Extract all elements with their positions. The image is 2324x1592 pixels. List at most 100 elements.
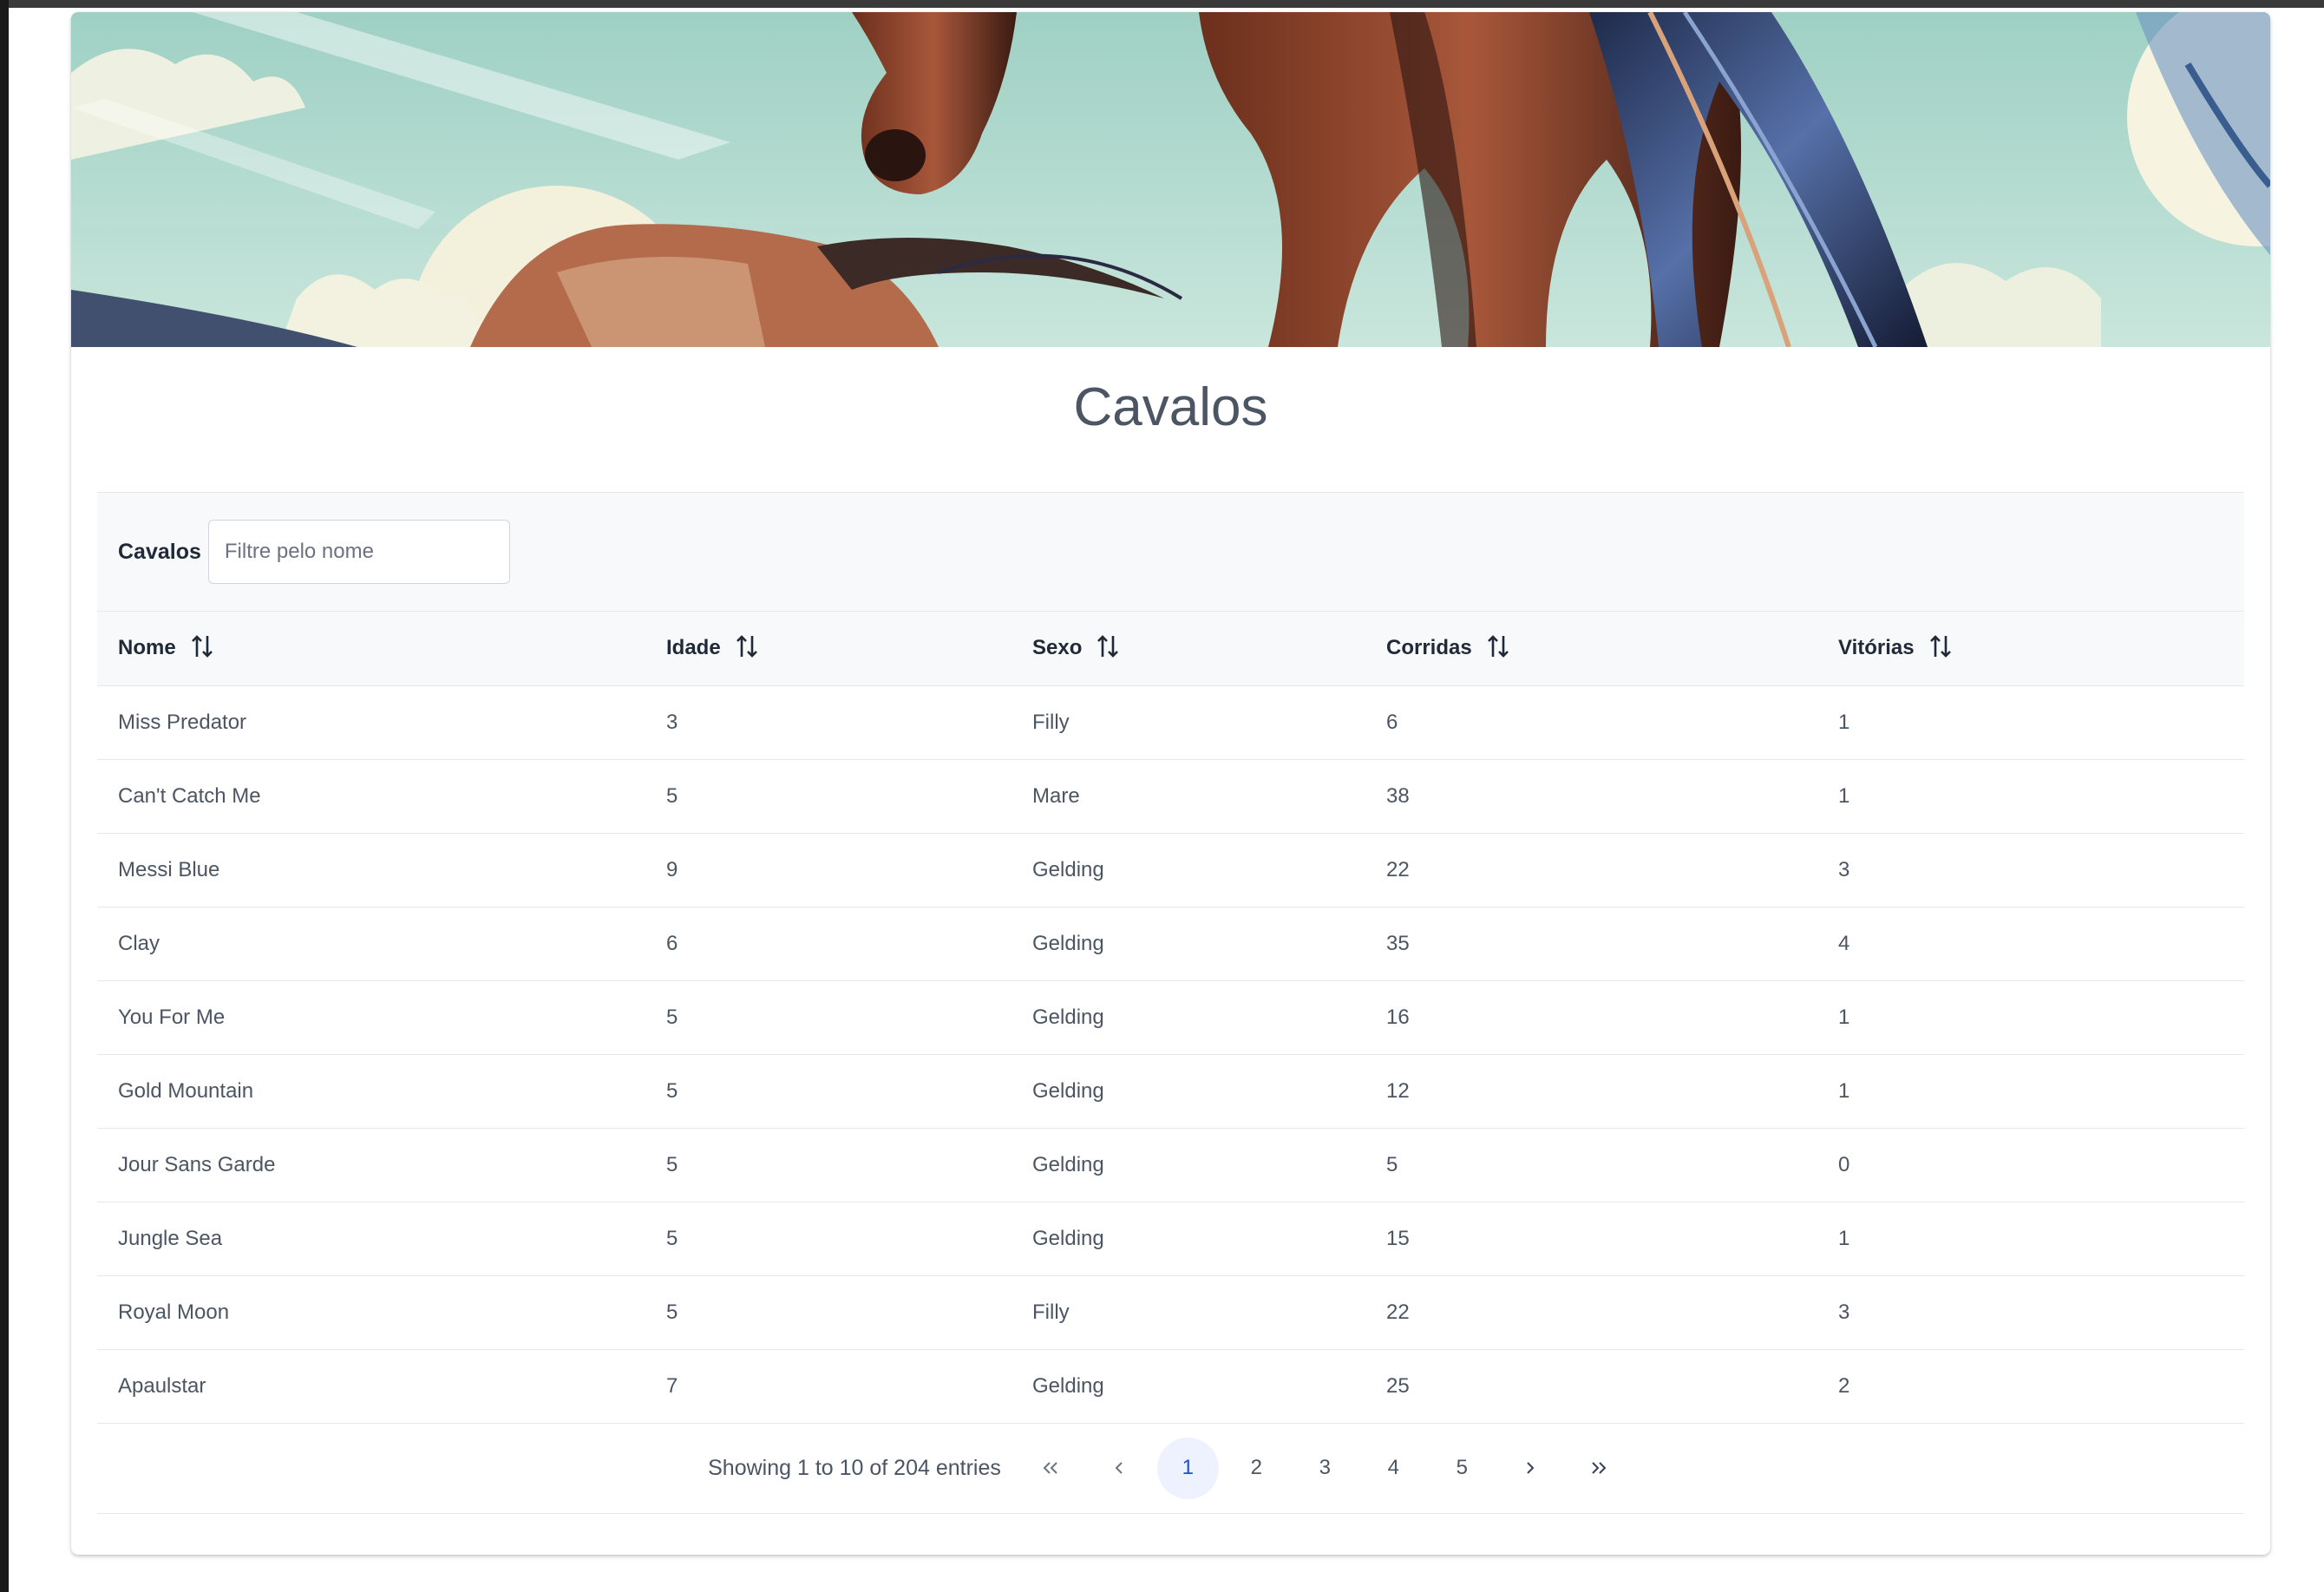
cell-vitorias: 3 (1817, 833, 2244, 907)
cell-sexo: Gelding (1011, 907, 1365, 981)
cell-corridas: 25 (1365, 1349, 1817, 1424)
cell-corridas: 6 (1365, 685, 1817, 760)
last-page-button[interactable] (1568, 1438, 1630, 1499)
cell-nome: Gold Mountain (97, 1054, 645, 1129)
cell-idade: 5 (645, 1202, 1011, 1276)
paginator: Showing 1 to 10 of 204 entries 1 2 3 4 5 (97, 1424, 2244, 1514)
cell-vitorias: 1 (1817, 759, 2244, 834)
cell-idade: 3 (645, 685, 1011, 760)
column-label: Vitórias (1838, 636, 1915, 660)
window-left-edge (0, 0, 9, 1592)
table-row[interactable]: Jungle Sea 5 Gelding 15 1 (97, 1202, 2244, 1276)
cell-vitorias: 3 (1817, 1275, 2244, 1350)
cell-nome: Clay (97, 907, 645, 981)
cell-idade: 5 (645, 759, 1011, 834)
page-button-4[interactable]: 4 (1363, 1438, 1424, 1499)
table-row[interactable]: Gold Mountain 5 Gelding 12 1 (97, 1054, 2244, 1129)
column-label: Idade (666, 636, 721, 660)
column-header-nome[interactable]: Nome (97, 612, 645, 686)
filter-label: Cavalos (118, 539, 201, 564)
cell-sexo: Mare (1011, 759, 1365, 834)
cell-corridas: 38 (1365, 759, 1817, 834)
column-label: Corridas (1386, 636, 1472, 660)
cell-nome: Royal Moon (97, 1275, 645, 1350)
cell-corridas: 16 (1365, 980, 1817, 1055)
cell-idade: 5 (645, 1054, 1011, 1129)
sort-icon[interactable] (190, 633, 214, 659)
sort-icon[interactable] (1486, 633, 1510, 659)
column-header-corridas[interactable]: Corridas (1365, 612, 1817, 686)
cell-nome: Jour Sans Garde (97, 1128, 645, 1202)
cell-idade: 7 (645, 1349, 1011, 1424)
cell-vitorias: 0 (1817, 1128, 2244, 1202)
sort-icon[interactable] (1096, 633, 1120, 659)
cell-corridas: 35 (1365, 907, 1817, 981)
cell-vitorias: 2 (1817, 1349, 2244, 1424)
column-header-vitorias[interactable]: Vitórias (1817, 612, 2244, 686)
page-button-3[interactable]: 3 (1294, 1438, 1356, 1499)
horses-table: Cavalos Nome Idade Sexo Corridas Vitória… (97, 492, 2244, 1514)
table-row[interactable]: You For Me 5 Gelding 16 1 (97, 980, 2244, 1055)
banner-image (71, 12, 2270, 347)
horse-illustration (71, 12, 2270, 347)
page-title: Cavalos (1073, 377, 1268, 437)
table-header-row: Nome Idade Sexo Corridas Vitórias (97, 612, 2244, 686)
window-top-edge (0, 0, 2324, 8)
chevron-right-icon (1527, 1462, 1535, 1474)
content-card: Cavalos Cavalos Nome Idade Sexo Corridas… (71, 12, 2270, 1555)
column-header-sexo[interactable]: Sexo (1011, 612, 1365, 686)
table-row[interactable]: Messi Blue 9 Gelding 22 3 (97, 833, 2244, 907)
table-row[interactable]: Can't Catch Me 5 Mare 38 1 (97, 759, 2244, 834)
cell-sexo: Gelding (1011, 1349, 1365, 1424)
column-header-idade[interactable]: Idade (645, 612, 1011, 686)
table-row[interactable]: Clay 6 Gelding 35 4 (97, 907, 2244, 981)
cell-nome: Apaulstar (97, 1349, 645, 1424)
cell-nome: Jungle Sea (97, 1202, 645, 1276)
cell-idade: 9 (645, 833, 1011, 907)
table-row[interactable]: Apaulstar 7 Gelding 25 2 (97, 1349, 2244, 1424)
cell-sexo: Filly (1011, 1275, 1365, 1350)
cell-idade: 5 (645, 980, 1011, 1055)
cell-sexo: Gelding (1011, 1202, 1365, 1276)
search-input[interactable] (207, 520, 510, 584)
cell-idade: 5 (645, 1275, 1011, 1350)
page-report: Showing 1 to 10 of 204 entries (708, 1455, 1001, 1480)
table-toolbar: Cavalos (97, 492, 2244, 612)
column-label: Nome (118, 636, 176, 660)
page-button-2[interactable]: 2 (1226, 1438, 1287, 1499)
cell-vitorias: 1 (1817, 1054, 2244, 1129)
chevron-left-icon (1115, 1462, 1123, 1474)
cell-corridas: 5 (1365, 1128, 1817, 1202)
table-row[interactable]: Jour Sans Garde 5 Gelding 5 0 (97, 1128, 2244, 1202)
cell-corridas: 12 (1365, 1054, 1817, 1129)
cell-vitorias: 1 (1817, 685, 2244, 760)
table-row[interactable]: Royal Moon 5 Filly 22 3 (97, 1275, 2244, 1350)
cell-vitorias: 1 (1817, 1202, 2244, 1276)
cell-vitorias: 4 (1817, 907, 2244, 981)
first-page-button[interactable] (1020, 1438, 1082, 1499)
cell-sexo: Gelding (1011, 1054, 1365, 1129)
double-chevron-right-icon (1592, 1462, 1607, 1474)
column-label: Sexo (1032, 636, 1083, 660)
page-button-1[interactable]: 1 (1156, 1437, 1219, 1499)
cell-corridas: 15 (1365, 1202, 1817, 1276)
cell-nome: Can't Catch Me (97, 759, 645, 834)
cell-sexo: Gelding (1011, 833, 1365, 907)
cell-sexo: Filly (1011, 685, 1365, 760)
cell-sexo: Gelding (1011, 1128, 1365, 1202)
sort-icon[interactable] (735, 633, 759, 659)
cell-idade: 5 (645, 1128, 1011, 1202)
sort-icon[interactable] (1928, 633, 1953, 659)
cell-corridas: 22 (1365, 1275, 1817, 1350)
cell-nome: Messi Blue (97, 833, 645, 907)
cell-sexo: Gelding (1011, 980, 1365, 1055)
table-row[interactable]: Miss Predator 3 Filly 6 1 (97, 685, 2244, 760)
page-button-5[interactable]: 5 (1431, 1438, 1493, 1499)
next-page-button[interactable] (1500, 1438, 1561, 1499)
cell-idade: 6 (645, 907, 1011, 981)
double-chevron-left-icon (1043, 1462, 1058, 1474)
prev-page-button[interactable] (1089, 1438, 1150, 1499)
data-table: Nome Idade Sexo Corridas Vitórias Miss P… (97, 612, 2244, 1424)
cell-nome: You For Me (97, 980, 645, 1055)
cell-corridas: 22 (1365, 833, 1817, 907)
